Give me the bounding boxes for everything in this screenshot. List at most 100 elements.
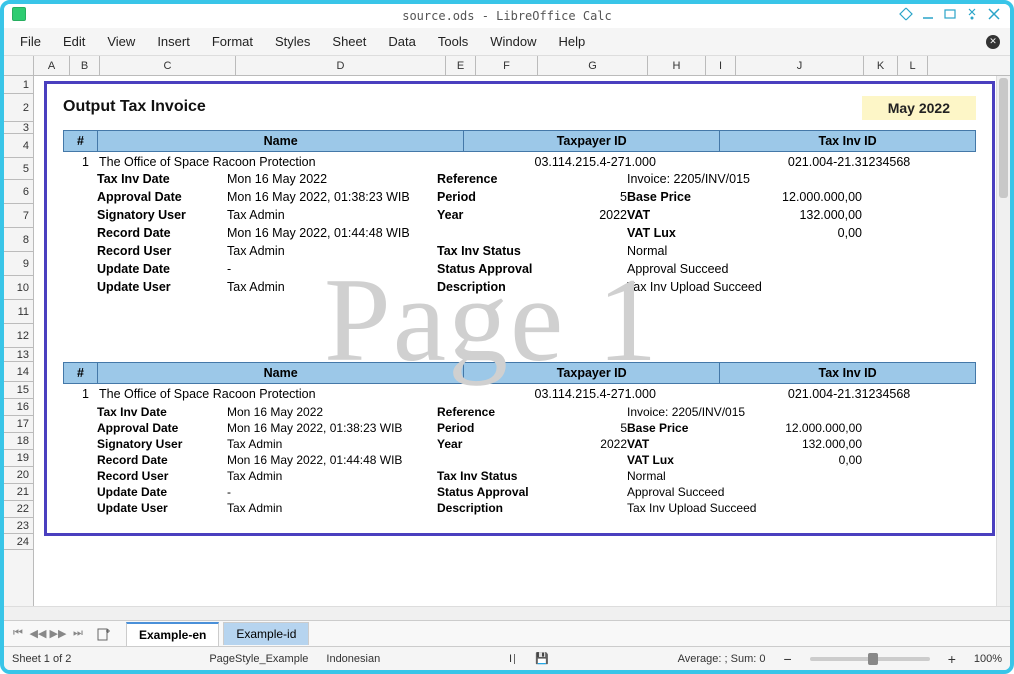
menu-edit[interactable]: Edit xyxy=(53,30,95,53)
col-H[interactable]: H xyxy=(648,56,706,75)
menu-view[interactable]: View xyxy=(97,30,145,53)
row-17[interactable]: 17 xyxy=(4,416,33,433)
val-approval-date: Mon 16 May 2022, 01:38:23 WIB xyxy=(227,420,437,436)
val-record-date: Mon 16 May 2022, 01:44:48 WIB xyxy=(227,226,437,240)
menu-tools[interactable]: Tools xyxy=(428,30,478,53)
menu-insert[interactable]: Insert xyxy=(147,30,200,53)
col-F[interactable]: F xyxy=(476,56,538,75)
lbl-vat: VAT xyxy=(627,208,742,222)
row-12[interactable]: 12 xyxy=(4,324,33,348)
row-4[interactable]: 4 xyxy=(4,134,33,158)
row-23[interactable]: 23 xyxy=(4,518,33,534)
restore-icon[interactable] xyxy=(964,6,980,22)
status-pagestyle[interactable]: PageStyle_Example xyxy=(209,653,308,665)
status-language[interactable]: Indonesian xyxy=(326,653,380,665)
row-13[interactable]: 13 xyxy=(4,348,33,362)
menu-format[interactable]: Format xyxy=(202,30,263,53)
window-help-icon[interactable] xyxy=(898,6,914,22)
zoom-level[interactable]: 100% xyxy=(974,653,1002,665)
val-status-approval: Approval Succeed xyxy=(627,262,862,276)
document-title: Output Tax Invoice xyxy=(63,98,976,116)
vertical-scrollbar[interactable] xyxy=(996,76,1010,606)
val-tax-inv-date: Mon 16 May 2022 xyxy=(227,172,437,186)
last-sheet-icon[interactable]: ⏭ xyxy=(70,626,86,642)
zoom-in-icon[interactable]: + xyxy=(948,651,956,667)
row-24[interactable]: 24 xyxy=(4,534,33,550)
menu-data[interactable]: Data xyxy=(378,30,425,53)
col-C[interactable]: C xyxy=(100,56,236,75)
menu-sheet[interactable]: Sheet xyxy=(322,30,376,53)
row-15[interactable]: 15 xyxy=(4,382,33,399)
val-period: 5 xyxy=(557,190,627,204)
row-16[interactable]: 16 xyxy=(4,399,33,416)
col-G[interactable]: G xyxy=(538,56,648,75)
col-E[interactable]: E xyxy=(446,56,476,75)
lbl-year: Year xyxy=(437,436,557,452)
prev-sheet-icon[interactable]: ◀◀ xyxy=(30,626,46,642)
lbl-vat: VAT xyxy=(627,436,742,452)
row-14[interactable]: 14 xyxy=(4,362,33,382)
next-sheet-icon[interactable]: ▶▶ xyxy=(50,626,66,642)
row-3[interactable]: 3 xyxy=(4,122,33,134)
menu-styles[interactable]: Styles xyxy=(265,30,320,53)
scrollbar-thumb[interactable] xyxy=(999,78,1008,198)
val-description: Tax Inv Upload Succeed xyxy=(627,280,862,294)
row-1[interactable]: 1 xyxy=(4,76,33,94)
row-6[interactable]: 6 xyxy=(4,180,33,204)
spreadsheet-grid[interactable]: Page 1 Output Tax Invoice May 2022 # Nam… xyxy=(34,76,1010,606)
row-2[interactable]: 2 xyxy=(4,94,33,122)
horizontal-scrollbar[interactable] xyxy=(4,606,1010,620)
zoom-out-icon[interactable]: − xyxy=(784,651,792,667)
val-description: Tax Inv Upload Succeed xyxy=(627,500,862,516)
col-L[interactable]: L xyxy=(898,56,928,75)
val-reference: Invoice: 2205/INV/015 xyxy=(627,404,862,420)
col-K[interactable]: K xyxy=(864,56,898,75)
close-icon[interactable] xyxy=(986,6,1002,22)
val-reference: Invoice: 2205/INV/015 xyxy=(627,172,862,186)
menu-file[interactable]: File xyxy=(10,30,51,53)
val-update-user: Tax Admin xyxy=(227,280,437,294)
row-21[interactable]: 21 xyxy=(4,484,33,501)
add-sheet-icon[interactable] xyxy=(96,626,112,642)
tab-example-en[interactable]: Example-en xyxy=(126,622,219,646)
status-sheet-count: Sheet 1 of 2 xyxy=(12,653,71,665)
col-D[interactable]: D xyxy=(236,56,446,75)
row-11[interactable]: 11 xyxy=(4,300,33,324)
row-5[interactable]: 5 xyxy=(4,158,33,180)
cell-number: 1 xyxy=(63,387,97,401)
col-A[interactable]: A xyxy=(34,56,70,75)
th-number: # xyxy=(64,131,98,151)
val-record-date: Mon 16 May 2022, 01:44:48 WIB xyxy=(227,452,437,468)
menu-window[interactable]: Window xyxy=(480,30,546,53)
row-10[interactable]: 10 xyxy=(4,276,33,300)
close-document-icon[interactable]: ✕ xyxy=(986,35,1000,49)
maximize-icon[interactable] xyxy=(942,6,958,22)
minimize-icon[interactable] xyxy=(920,6,936,22)
zoom-slider[interactable] xyxy=(810,657,930,661)
th-taxpayer-id: Taxpayer ID xyxy=(464,131,720,151)
invoice-block-1: Output Tax Invoice May 2022 # Name Taxpa… xyxy=(44,81,995,361)
row-22[interactable]: 22 xyxy=(4,501,33,518)
row-7[interactable]: 7 xyxy=(4,204,33,228)
row-8[interactable]: 8 xyxy=(4,228,33,252)
first-sheet-icon[interactable]: ⏮ xyxy=(10,626,26,642)
row-19[interactable]: 19 xyxy=(4,450,33,467)
row-18[interactable]: 18 xyxy=(4,433,33,450)
row-9[interactable]: 9 xyxy=(4,252,33,276)
val-vat-lux: 0,00 xyxy=(742,226,862,240)
val-tax-inv-date: Mon 16 May 2022 xyxy=(227,404,437,420)
col-I[interactable]: I xyxy=(706,56,736,75)
insert-mode-icon[interactable]: I xyxy=(509,653,517,665)
lbl-signatory-user: Signatory User xyxy=(97,208,227,222)
col-J[interactable]: J xyxy=(736,56,864,75)
tab-example-id[interactable]: Example-id xyxy=(223,622,309,645)
menu-help[interactable]: Help xyxy=(548,30,595,53)
save-status-icon[interactable]: 💾 xyxy=(535,652,549,665)
row-20[interactable]: 20 xyxy=(4,467,33,484)
menubar: File Edit View Insert Format Styles Shee… xyxy=(4,28,1010,56)
invoice-block-2: # Name Taxpayer ID Tax Inv ID 1 The Offi… xyxy=(44,356,995,536)
status-summary[interactable]: Average: ; Sum: 0 xyxy=(678,653,766,665)
col-B[interactable]: B xyxy=(70,56,100,75)
select-all-corner[interactable] xyxy=(4,56,34,75)
zoom-slider-knob[interactable] xyxy=(868,653,878,665)
